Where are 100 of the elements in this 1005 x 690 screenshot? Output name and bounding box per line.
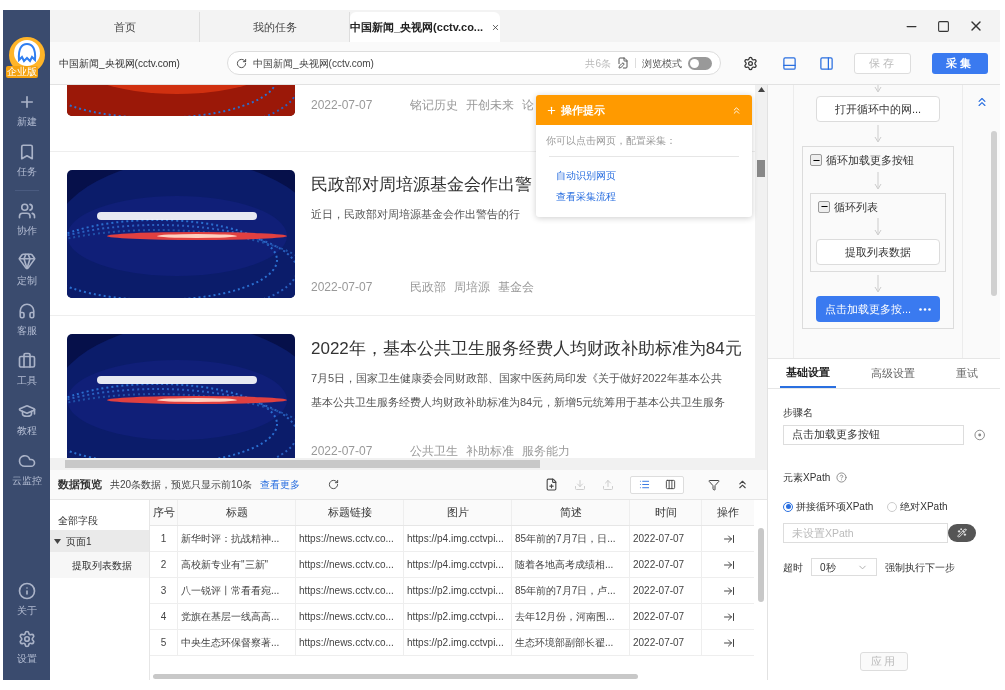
article-tag[interactable]: 铭记历史 bbox=[410, 96, 459, 114]
vertical-scrollbar[interactable] bbox=[991, 131, 997, 296]
vertical-scrollbar[interactable] bbox=[755, 85, 767, 458]
flow-step[interactable]: 点击加载更多按... bbox=[816, 296, 940, 322]
article-tag[interactable]: 补助标准 bbox=[466, 442, 515, 458]
xpath-radio[interactable]: 绝对XPath bbox=[887, 499, 948, 514]
open-icon[interactable] bbox=[722, 636, 735, 649]
refresh-icon[interactable] bbox=[236, 57, 247, 69]
article-tag[interactable]: 民政部 bbox=[410, 278, 447, 296]
browse-mode-toggle[interactable] bbox=[688, 56, 712, 70]
url-text: 中国新闻_央视网(cctv.com) bbox=[253, 56, 374, 71]
table-cell: 随着各地高考成绩相... bbox=[512, 552, 630, 577]
cloud-icon bbox=[17, 452, 36, 470]
open-icon[interactable] bbox=[722, 584, 735, 597]
collapse-icon[interactable] bbox=[736, 478, 749, 491]
tree-root[interactable]: 全部字段 bbox=[50, 510, 149, 530]
see-more-link[interactable]: 查看更多 bbox=[260, 477, 301, 492]
article-tag[interactable]: 论 bbox=[522, 96, 535, 114]
sidebar-item[interactable]: 任务 bbox=[16, 136, 37, 186]
article-tag[interactable]: 公共卫生 bbox=[410, 442, 459, 458]
tip-link[interactable]: 查看采集流程 bbox=[546, 186, 742, 207]
filter-icon[interactable] bbox=[708, 478, 720, 491]
scrollbar-thumb[interactable] bbox=[65, 460, 540, 468]
preview-summary: 共20条数据，预览只显示前10条 bbox=[110, 478, 253, 492]
settings-tab[interactable]: 重试 bbox=[950, 360, 984, 388]
loop-label: 循环列表 bbox=[834, 199, 878, 215]
document-edit-icon[interactable] bbox=[617, 57, 629, 69]
preview-title: 数据预览 bbox=[58, 477, 102, 493]
flow-step[interactable]: 提取列表数据 bbox=[816, 239, 940, 265]
tip-link[interactable]: 自动识别网页 bbox=[546, 165, 742, 186]
table-cell: 2022-07-07 bbox=[630, 578, 702, 603]
collapse-toggle[interactable] bbox=[810, 154, 822, 167]
sidebar-item[interactable]: 协作 bbox=[16, 195, 37, 245]
settings-icon bbox=[17, 630, 36, 648]
tab-label: 中国新闻_央视网(cctv.co... bbox=[350, 19, 484, 35]
table-cell: https://p2.img.cctvpi... bbox=[404, 630, 512, 655]
timeout-select[interactable]: 0秒 bbox=[811, 558, 877, 576]
settings-icon[interactable] bbox=[743, 55, 758, 71]
refresh-icon[interactable] bbox=[328, 479, 340, 490]
table-cell: https://p2.img.cctvpi... bbox=[404, 604, 512, 629]
horizontal-scrollbar[interactable] bbox=[50, 458, 767, 470]
article-tag[interactable]: 基金会 bbox=[498, 278, 535, 296]
api-icon[interactable] bbox=[973, 429, 985, 441]
table-cell: 生态环境部副部长翟... bbox=[512, 630, 630, 655]
help-icon[interactable] bbox=[836, 472, 848, 483]
table-cell: https://p4.img.cctvpi... bbox=[404, 526, 512, 551]
step-name-field[interactable]: 点击加载更多按钮 bbox=[783, 425, 964, 445]
settings-tab[interactable]: 基础设置 bbox=[780, 360, 836, 388]
browser-tab[interactable]: 中国新闻_央视网(cctv.co... bbox=[350, 12, 500, 42]
article-date: 2022-07-07 bbox=[311, 443, 373, 458]
more-icon[interactable] bbox=[919, 307, 932, 311]
sidebar-item[interactable]: 客服 bbox=[16, 295, 37, 345]
article-date: 2022-07-07 bbox=[311, 279, 373, 296]
toolbox-icon bbox=[17, 352, 36, 370]
url-field[interactable]: 中国新闻_央视网(cctv.com) 共6条 浏览模式 bbox=[227, 51, 721, 75]
maximize-icon[interactable] bbox=[937, 19, 950, 33]
xpath-field[interactable]: 未设置XPath bbox=[783, 523, 948, 543]
article-summary: 7月5日，国家卫生健康委会同财政部、国家中医药局印发《关于做好2022年基本公共 bbox=[311, 370, 723, 386]
columns-icon bbox=[664, 479, 676, 490]
table-cell: https://news.cctv.co... bbox=[296, 630, 404, 655]
scroll-up-icon[interactable] bbox=[757, 87, 765, 92]
gem-icon bbox=[17, 252, 36, 270]
magic-wand-icon bbox=[957, 528, 967, 538]
flow-step[interactable]: 打开循环中的网... bbox=[816, 96, 940, 122]
sidebar-item[interactable]: 云监控 bbox=[11, 445, 42, 495]
logo-badge: 企业版 bbox=[5, 66, 38, 78]
table-cell: https://p2.img.cctvpi... bbox=[404, 578, 512, 603]
bottom-panel-icon[interactable] bbox=[782, 55, 797, 71]
tree-item[interactable]: 提取列表数据 bbox=[50, 552, 149, 578]
article-tag[interactable]: 服务能力 bbox=[522, 442, 571, 458]
tip-text: 你可以点击网页，配置采集： bbox=[546, 134, 677, 148]
tab-label: 首页 bbox=[113, 19, 136, 35]
sidebar-item[interactable]: 教程 bbox=[16, 395, 37, 445]
collect-button[interactable]: 采集 bbox=[932, 52, 988, 74]
article-summary: 近日，民政部对周培源基金会作出警告的行 bbox=[311, 206, 521, 222]
sidebar-item[interactable]: 设置 bbox=[16, 624, 37, 672]
right-panel-icon[interactable] bbox=[819, 55, 834, 71]
scrollbar-thumb[interactable] bbox=[757, 160, 765, 177]
connector-arrow bbox=[874, 125, 882, 143]
collapse-toggle[interactable] bbox=[818, 200, 830, 213]
sidebar-item[interactable]: 新建 bbox=[16, 86, 37, 136]
caret-icon[interactable] bbox=[54, 538, 61, 544]
open-icon[interactable] bbox=[722, 558, 735, 571]
magic-wand-button[interactable] bbox=[948, 524, 976, 542]
article-tag[interactable]: 开创未来 bbox=[466, 96, 515, 114]
xpath-radio[interactable]: 拼接循环项XPath bbox=[783, 499, 874, 514]
open-icon[interactable] bbox=[722, 610, 735, 623]
sidebar-item[interactable]: 工具 bbox=[16, 345, 37, 395]
sidebar-item[interactable]: 关于 bbox=[16, 576, 37, 624]
settings-tab[interactable]: 高级设置 bbox=[865, 360, 921, 388]
table-cell: https://p4.img.cctvpi... bbox=[404, 552, 512, 577]
open-icon[interactable] bbox=[722, 532, 735, 545]
table-cell: 2022-07-07 bbox=[630, 526, 702, 551]
add-field-icon[interactable] bbox=[545, 478, 558, 491]
count-text: 共6条 bbox=[585, 56, 611, 71]
article-tag[interactable]: 周培源 bbox=[454, 278, 491, 296]
list-icon bbox=[638, 479, 650, 490]
sidebar-item[interactable]: 定制 bbox=[16, 245, 37, 295]
tree-label: 页面1 bbox=[66, 534, 92, 549]
table-cell: 4 bbox=[150, 604, 178, 629]
